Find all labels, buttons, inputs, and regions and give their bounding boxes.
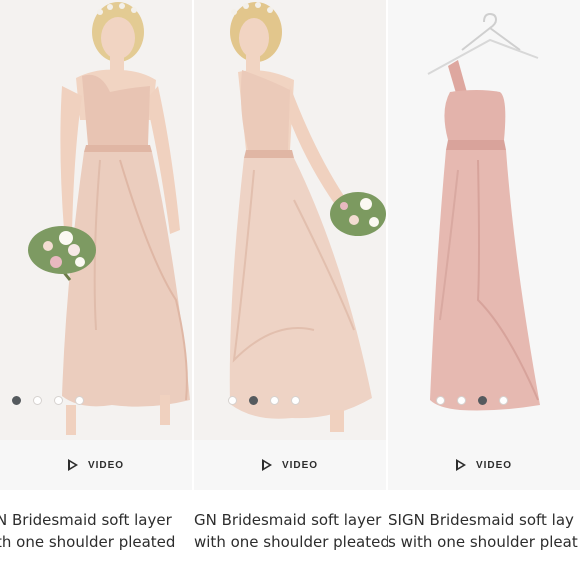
product-card-3[interactable]: VIDEO (388, 0, 580, 490)
product-image-1[interactable] (0, 0, 192, 440)
title-line: s with one shoulder pleat (388, 533, 578, 551)
product-card-1[interactable]: VIDEO (0, 0, 192, 490)
model-in-dress-photo (0, 0, 192, 440)
title-line: GN Bridesmaid soft layer (194, 511, 382, 529)
product-card-2[interactable]: VIDEO (194, 0, 386, 490)
title-line: th one shoulder pleated (0, 533, 176, 551)
title-line: SIGN Bridesmaid soft lay (388, 511, 574, 529)
carousel-dot[interactable] (33, 396, 42, 405)
product-image-2[interactable] (194, 0, 386, 440)
carousel-dot[interactable] (249, 396, 258, 405)
video-label: VIDEO (87, 459, 125, 471)
carousel-dot[interactable] (436, 396, 445, 405)
carousel-dot[interactable] (499, 396, 508, 405)
title-line: with one shoulder pleated (194, 533, 388, 551)
image-carousel-dots (436, 396, 508, 405)
product-title-3[interactable]: SIGN Bridesmaid soft lay s with one shou… (388, 509, 580, 553)
carousel-dot[interactable] (270, 396, 279, 405)
video-button[interactable]: VIDEO (0, 440, 192, 490)
play-icon (67, 459, 78, 471)
carousel-dot[interactable] (228, 396, 237, 405)
play-icon (455, 459, 466, 471)
carousel-dot[interactable] (54, 396, 63, 405)
product-title-2[interactable]: GN Bridesmaid soft layer with one should… (194, 509, 388, 553)
video-button[interactable]: VIDEO (388, 440, 580, 490)
product-image-3[interactable] (388, 0, 580, 440)
image-carousel-dots (228, 396, 300, 405)
carousel-dot[interactable] (457, 396, 466, 405)
title-line: N Bridesmaid soft layer (0, 511, 172, 529)
dress-on-hanger-photo (388, 0, 580, 440)
carousel-dot[interactable] (478, 396, 487, 405)
product-title-1[interactable]: N Bridesmaid soft layer th one shoulder … (0, 509, 192, 553)
carousel-dot[interactable] (291, 396, 300, 405)
model-back-view-photo (194, 0, 386, 440)
video-label: VIDEO (475, 459, 513, 471)
video-label: VIDEO (281, 459, 319, 471)
video-button[interactable]: VIDEO (194, 440, 386, 490)
image-carousel-dots (12, 396, 84, 405)
play-icon (261, 459, 272, 471)
bouquet-2 (330, 192, 386, 236)
carousel-dot[interactable] (75, 396, 84, 405)
carousel-dot[interactable] (12, 396, 21, 405)
